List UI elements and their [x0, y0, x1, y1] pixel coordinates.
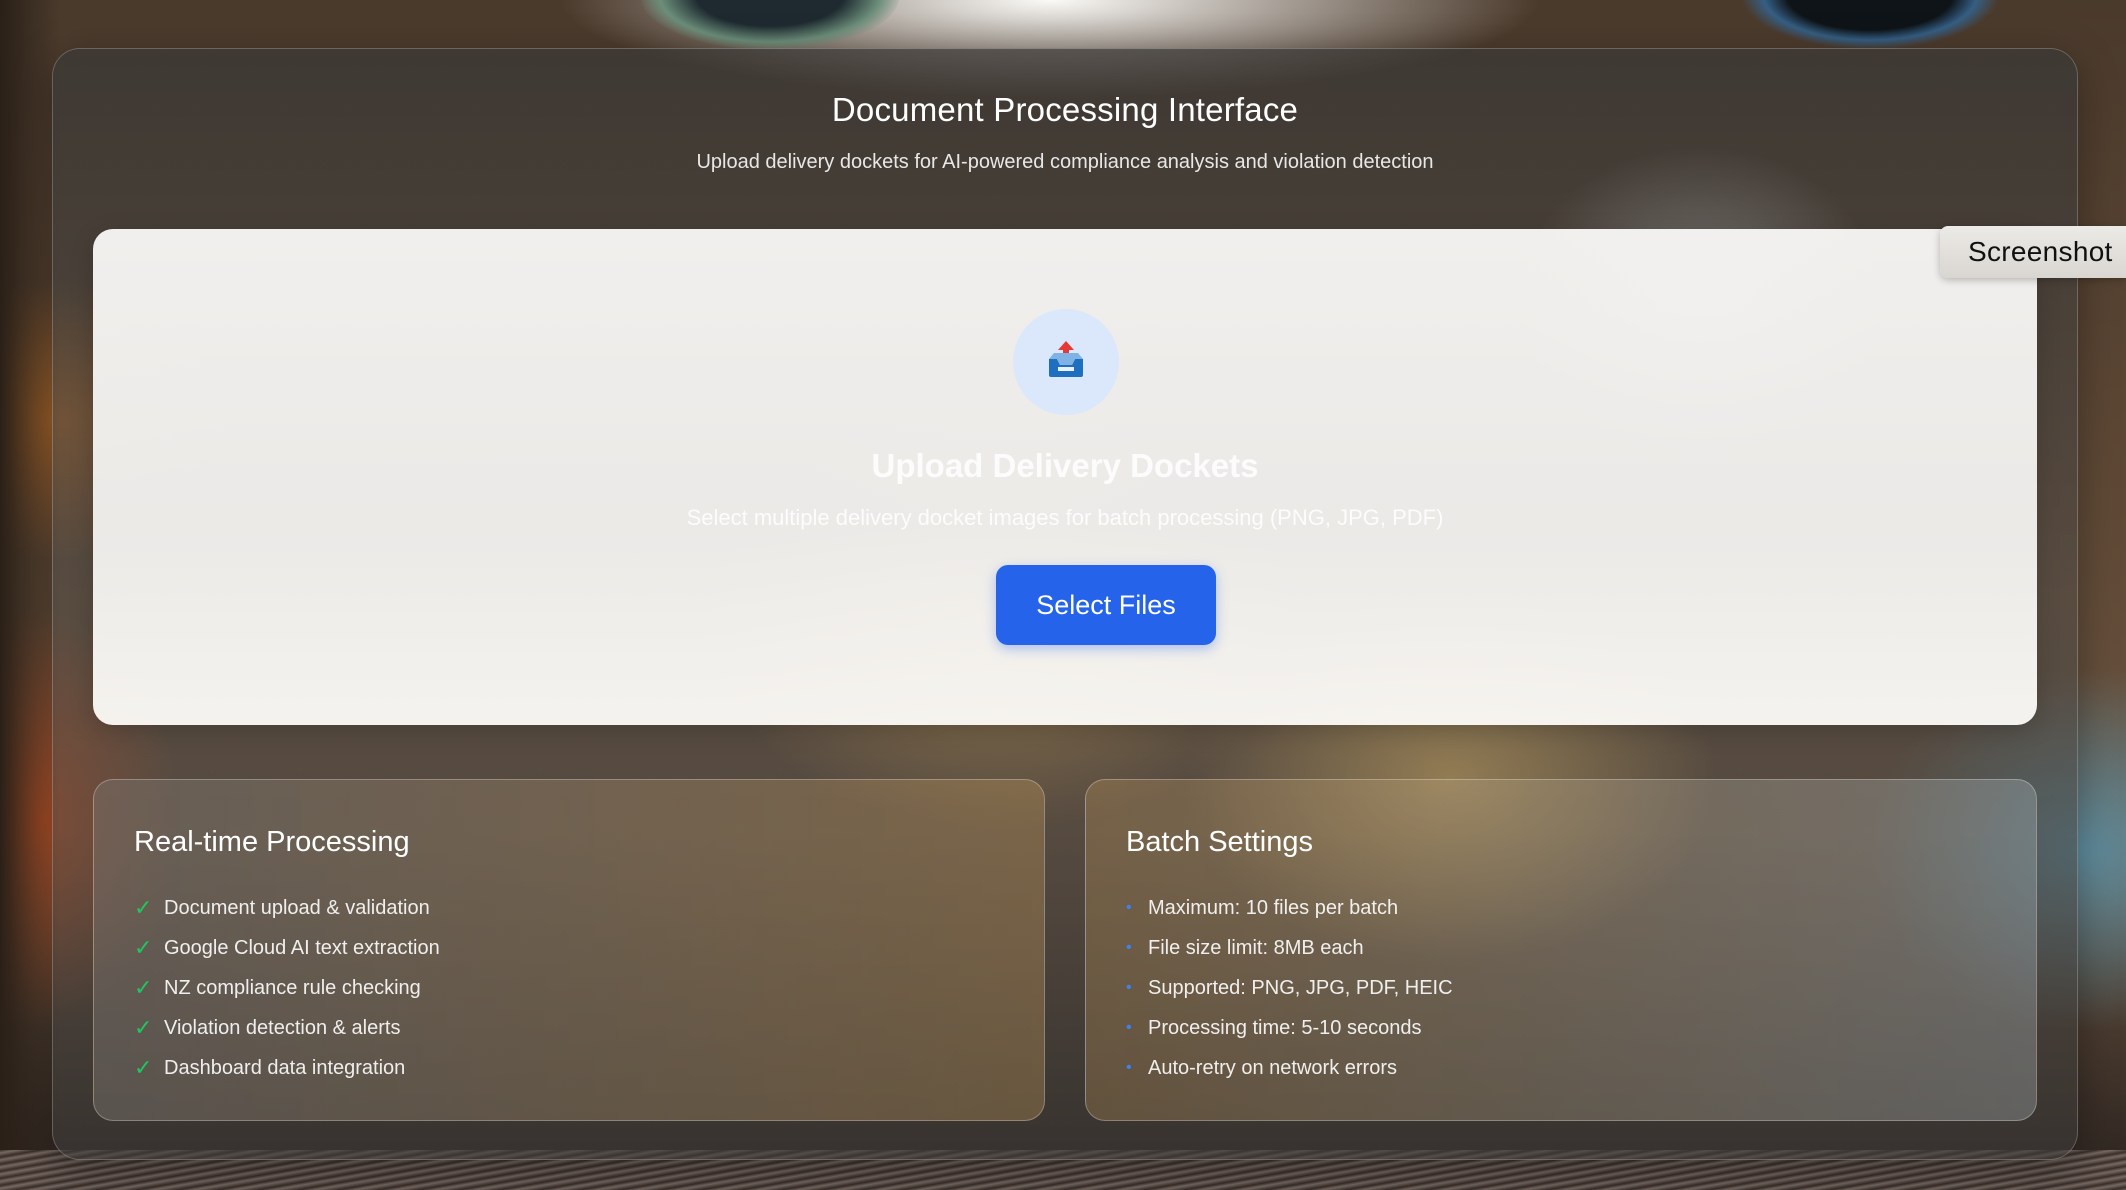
list-item-label: Dashboard data integration	[164, 1056, 406, 1079]
list-item-label: Supported: PNG, JPG, PDF, HEIC	[1148, 976, 1453, 999]
bullet-icon: •	[1126, 1019, 1132, 1036]
list-item: • File size limit: 8MB each	[1126, 928, 1453, 968]
list-item: ✓ Violation detection & alerts	[134, 1008, 440, 1048]
checkmark-icon: ✓	[134, 1015, 153, 1040]
bullet-icon: •	[1126, 899, 1132, 916]
upload-icon-circle	[1013, 309, 1119, 415]
list-item: • Supported: PNG, JPG, PDF, HEIC	[1126, 968, 1453, 1008]
list-item-label: Violation detection & alerts	[164, 1016, 401, 1039]
realtime-processing-card: Real-time Processing ✓ Document upload & …	[93, 779, 1045, 1121]
batch-settings-list: • Maximum: 10 files per batch • File size …	[1126, 888, 1453, 1088]
inbox-tray-upload-icon	[1043, 337, 1089, 388]
main-panel: Document Processing Interface Upload del…	[52, 48, 2078, 1160]
background-lens-left	[640, 0, 900, 50]
card-title: Real-time Processing	[134, 826, 410, 858]
select-files-button[interactable]: Select Files	[996, 565, 1216, 645]
checkmark-icon: ✓	[134, 895, 153, 920]
list-item: ✓ Dashboard data integration	[134, 1048, 440, 1088]
page-header: Document Processing Interface Upload del…	[53, 91, 2077, 174]
background-lens-right	[1740, 0, 2000, 50]
processing-feature-list: ✓ Document upload & validation ✓ Google Cl…	[134, 888, 440, 1088]
bullet-icon: •	[1126, 1059, 1132, 1076]
list-item-label: Google Cloud AI text extraction	[164, 936, 440, 959]
card-title: Batch Settings	[1126, 826, 1313, 858]
list-item: • Processing time: 5-10 seconds	[1126, 1008, 1453, 1048]
list-item: ✓ Google Cloud AI text extraction	[134, 928, 440, 968]
screenshot-tab[interactable]: Screenshot	[1940, 226, 2126, 278]
list-item: ✓ Document upload & validation	[134, 888, 440, 928]
upload-heading: Upload Delivery Dockets	[871, 447, 1259, 484]
upload-description: Select multiple delivery docket images f…	[686, 505, 1444, 530]
checkmark-icon: ✓	[134, 935, 153, 960]
list-item: ✓ NZ compliance rule checking	[134, 968, 440, 1008]
list-item-label: Maximum: 10 files per batch	[1148, 896, 1399, 919]
list-item-label: Processing time: 5-10 seconds	[1148, 1016, 1422, 1039]
list-item: • Auto-retry on network errors	[1126, 1048, 1453, 1088]
bullet-icon: •	[1126, 979, 1132, 996]
list-item-label: File size limit: 8MB each	[1148, 936, 1364, 959]
list-item-label: NZ compliance rule checking	[164, 976, 421, 999]
background-left-shadow	[0, 0, 60, 1190]
page-title: Document Processing Interface	[831, 91, 1299, 128]
list-item: • Maximum: 10 files per batch	[1126, 888, 1453, 928]
bullet-icon: •	[1126, 939, 1132, 956]
list-item-label: Auto-retry on network errors	[1148, 1056, 1397, 1079]
list-item-label: Document upload & validation	[164, 896, 430, 919]
checkmark-icon: ✓	[134, 975, 153, 1000]
upload-dropzone[interactable]: Upload Delivery Dockets Select multiple …	[93, 229, 2037, 725]
page-subtitle: Upload delivery dockets for AI-powered c…	[696, 151, 1434, 173]
checkmark-icon: ✓	[134, 1055, 153, 1080]
batch-settings-card: Batch Settings • Maximum: 10 files per ba…	[1085, 779, 2037, 1121]
